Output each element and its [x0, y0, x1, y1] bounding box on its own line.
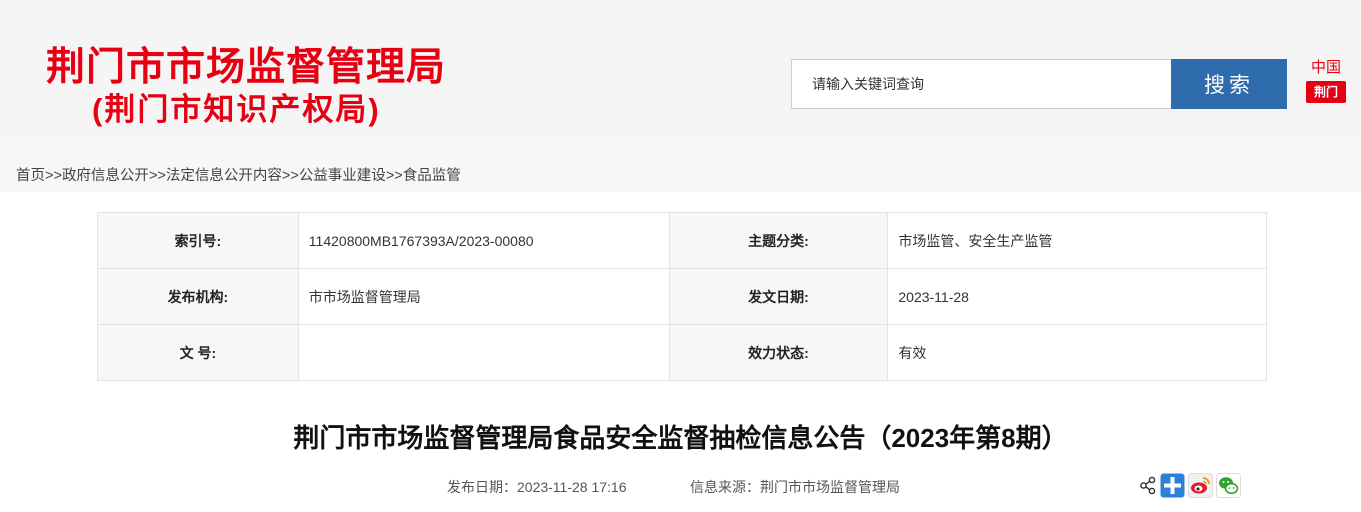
topic-category-label: 主题分类: [668, 212, 889, 269]
plus-share-icon[interactable] [1160, 473, 1185, 498]
article-title: 荆门市市场监督管理局食品安全监督抽检信息公告（2023年第8期） [293, 423, 1068, 453]
validity-status-value: 有效 [887, 324, 1267, 381]
breadcrumb-separator: >> [148, 168, 166, 184]
validity-status-label: 效力状态: [668, 324, 889, 381]
info-source-label: 信息来源： [690, 479, 760, 495]
china-logo-bottom: 荆门 [1306, 81, 1346, 103]
publish-date-label: 发布日期： [447, 479, 517, 495]
breadcrumb-separator: >> [45, 168, 62, 184]
issue-date-label: 发文日期: [668, 268, 889, 325]
topic-category-value: 市场监管、安全生产监管 [887, 212, 1267, 269]
index-number-value: 11420800MB1767393A/2023-00080 [297, 212, 670, 269]
share-toolbar [1139, 472, 1241, 498]
search-input[interactable] [791, 59, 1171, 109]
index-number-label: 索引号: [97, 212, 299, 269]
publish-date: 发布日期：2023-11-28 17:16 [447, 477, 627, 497]
meta-row: 文 号: 效力状态: 有效 [97, 324, 1267, 381]
document-number-label: 文 号: [97, 324, 299, 381]
issue-date-value: 2023-11-28 [887, 268, 1267, 325]
meta-row: 发布机构: 市市场监督管理局 发文日期: 2023-11-28 [97, 268, 1267, 325]
meta-row: 索引号: 11420800MB1767393A/2023-00080 主题分类:… [97, 212, 1267, 269]
site-subtitle[interactable]: (荆门市知识产权局) [92, 84, 381, 129]
breadcrumb-separator: >> [385, 168, 403, 184]
info-source-value: 荆门市市场监督管理局 [760, 479, 900, 495]
issuing-agency-value: 市市场监督管理局 [297, 268, 670, 325]
weibo-icon[interactable] [1188, 472, 1213, 498]
wechat-icon[interactable] [1216, 472, 1241, 498]
breadcrumb-food-supervision[interactable]: 食品监管 [403, 168, 461, 184]
breadcrumb: 首页>>政府信息公开>>法定信息公开内容>>公益事业建设>>食品监管 [16, 164, 461, 185]
publish-date-value: 2023-11-28 17:16 [517, 479, 627, 495]
breadcrumb-statutory-info[interactable]: 法定信息公开内容 [166, 168, 282, 184]
info-source: 信息来源：荆门市市场监督管理局 [690, 477, 900, 497]
share-icon[interactable] [1139, 473, 1157, 498]
breadcrumb-public-welfare[interactable]: 公益事业建设 [299, 168, 386, 184]
breadcrumb-separator: >> [281, 168, 299, 184]
document-meta-table: 索引号: 11420800MB1767393A/2023-00080 主题分类:… [97, 212, 1267, 381]
china-logo-top: 中国 [1310, 58, 1341, 76]
search-button[interactable]: 搜索 [1171, 59, 1287, 109]
china-jingmen-logo[interactable]: 中国 荆门 [1303, 54, 1349, 108]
breadcrumb-gov-info[interactable]: 政府信息公开 [62, 168, 149, 184]
breadcrumb-home[interactable]: 首页 [16, 168, 45, 184]
issuing-agency-label: 发布机构: [97, 268, 299, 325]
document-number-value [297, 324, 670, 381]
